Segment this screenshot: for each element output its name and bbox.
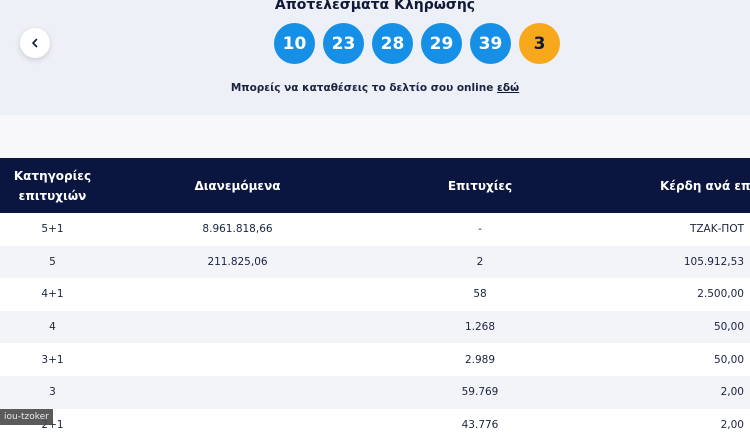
prize-cell: 2.500,00 [697,288,744,301]
winners-cell: 58 [473,288,487,301]
number-ball: 23 [323,23,364,64]
header-prize: Κέρδη ανά επιτ [660,178,750,193]
winners-cell: 2 [476,255,484,268]
prize-cell: 2,00 [720,418,744,431]
winners-cell: 59.769 [461,386,499,399]
back-button[interactable] [20,28,50,58]
category-cell: 4+1 [41,288,64,301]
prize-cell: 50,00 [713,353,744,366]
joker-ball: 3 [519,23,560,64]
category-cell: 3+1 [41,353,64,366]
winners-cell: 2.989 [464,353,496,366]
spacer [0,115,750,158]
table-row: 5+1 8.961.818,66 - ΤΖΑΚ-ΠΟΤ [0,213,750,246]
page-title: Αποτελέσματα Κλήρωσης [274,0,476,13]
drawn-numbers: 10 23 28 29 39 3 [274,23,560,64]
number-ball: 28 [372,23,413,64]
table-row: 4+1 58 2.500,00 [0,278,750,311]
online-betting-note: Μπορείς να καταθέσεις το δελτίο σου onli… [0,82,750,94]
category-cell: 5+1 [41,223,64,236]
online-link[interactable]: εδώ [497,82,519,94]
category-cell: 4 [49,321,56,334]
category-cell: 3 [49,386,56,399]
number-ball: 29 [421,23,462,64]
table-row: 4 1.268 50,00 [0,310,750,344]
results-table-body: 5+1 8.961.818,66 - ΤΖΑΚ-ΠΟΤ 5 211.825,06… [0,213,750,441]
results-table-header: Κατηγορίες επιτυχιών Διανεμόμενα Επιτυχί… [0,158,750,213]
header-category-line1: Κατηγορίες [13,168,92,183]
table-row: 3 59.769 2,00 [0,375,750,409]
draw-results-panel: Αποτελέσματα Κλήρωσης 10 23 28 29 39 3 Μ… [0,0,750,115]
header-category: Κατηγορίες επιτυχιών [0,158,105,213]
chevron-left-icon [32,38,38,48]
distributed-cell [150,376,325,409]
header-category-line2: επιτυχιών [18,188,87,203]
winners-cell: 1.268 [464,321,496,334]
prize-cell: 50,00 [713,321,744,334]
distributed-cell: 8.961.818,66 [202,223,273,236]
distributed-cell [150,311,325,344]
table-row: 5 211.825,06 2 105.912,53 [0,245,750,279]
online-text: Μπορείς να καταθέσεις το δελτίο σου onli… [230,82,494,94]
header-distributed: Διανεμόμενα [194,178,281,193]
distributed-cell [150,343,325,376]
winners-cell: - [478,223,482,236]
prize-cell: ΤΖΑΚ-ΠΟΤ [689,223,744,236]
table-row: 2+1 43.776 2,00 [0,408,750,441]
prize-cell: 105.912,53 [683,255,744,268]
category-cell: 5 [49,255,56,268]
table-row: 3+1 2.989 50,00 [0,343,750,376]
header-winners: Επιτυχίες [447,178,513,193]
distributed-cell [150,278,325,311]
url-tooltip: iou-tzoker [0,409,53,425]
prize-cell: 2,00 [720,386,744,399]
number-ball: 10 [274,23,315,64]
distributed-cell: 211.825,06 [207,255,268,268]
number-ball: 39 [470,23,511,64]
distributed-cell [150,409,325,441]
winners-cell: 43.776 [461,418,499,431]
